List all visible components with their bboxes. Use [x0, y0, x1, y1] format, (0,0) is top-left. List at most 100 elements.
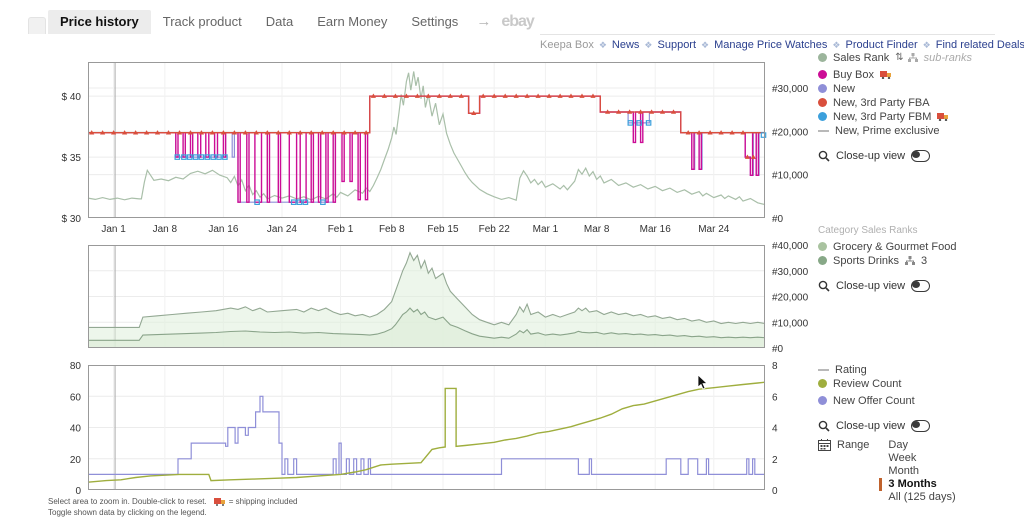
- magnifier-icon: [818, 150, 830, 162]
- legend-label: Sports Drinks: [833, 254, 900, 267]
- left-axis-label: $ 40: [62, 92, 82, 103]
- right-axis-label: 0: [772, 486, 778, 497]
- price-legend: Sales Rank ⇅ sub-ranks Buy Box New New, …: [818, 51, 1020, 163]
- magnifier-icon: [818, 280, 830, 292]
- toggle-icon[interactable]: [911, 150, 931, 162]
- shipping-truck-icon: [879, 71, 891, 79]
- category-legend-header: Category Sales Ranks: [818, 225, 918, 236]
- left-axis-label: 60: [70, 392, 82, 403]
- legend-label: New Offer Count: [833, 394, 915, 407]
- legend-grocery[interactable]: Grocery & Gourmet Food: [818, 240, 1020, 253]
- zoom-hint-text: Select area to zoom in. Double-click to …: [48, 497, 207, 506]
- mouse-cursor-icon: [697, 375, 708, 390]
- right-axis-label: #40,000: [772, 241, 809, 252]
- calendar-icon: [818, 439, 831, 451]
- series-sales-rank: [87, 71, 766, 206]
- range-option-week[interactable]: Week: [879, 452, 955, 465]
- series-offer-count: [88, 395, 765, 476]
- offers-swatch-icon: [818, 396, 827, 405]
- x-tick-label: Jan 8: [153, 224, 178, 235]
- fbm-swatch-icon: [818, 112, 827, 121]
- x-tick-label: Feb 1: [328, 224, 354, 235]
- toggle-icon[interactable]: [911, 420, 931, 432]
- prime-swatch-icon: [818, 129, 829, 132]
- legend-buy-box[interactable]: Buy Box: [818, 68, 1020, 81]
- legend-label: Rating: [835, 363, 867, 376]
- x-tick-label: Feb 15: [427, 224, 459, 235]
- grocery-swatch-icon: [818, 242, 827, 251]
- x-tick-label: Jan 24: [267, 224, 297, 235]
- legend-label: New: [833, 82, 856, 95]
- legend-label: New, Prime exclusive: [835, 124, 940, 137]
- shipping-included-text: = shipping included: [228, 497, 298, 506]
- range-option-3-months[interactable]: 3 Months: [879, 478, 955, 491]
- legend-label: Buy Box: [833, 68, 874, 81]
- subcategory-rank-value: 3: [921, 254, 928, 267]
- range-option-all[interactable]: All (125 days): [879, 491, 955, 504]
- legend-new[interactable]: New: [818, 82, 1020, 95]
- legend-fba[interactable]: New, 3rd Party FBA: [818, 96, 1020, 109]
- subranks-label[interactable]: sub-ranks: [924, 52, 972, 64]
- shipping-truck-icon: [937, 113, 949, 121]
- legend-prime-exclusive[interactable]: New, Prime exclusive: [818, 124, 1020, 137]
- category-sales-rank-chart[interactable]: #40,000 #30,000 #20,000 #10,000 #0: [88, 241, 809, 355]
- legend-sports-drinks[interactable]: Sports Drinks 3: [818, 254, 1020, 267]
- legend-sales-rank[interactable]: Sales Rank ⇅ sub-ranks: [818, 51, 1020, 64]
- keepa-price-history-page: Price history Track product Data Earn Mo…: [0, 0, 1024, 521]
- left-axis-label: $ 35: [62, 153, 82, 164]
- chart-help-text: Select area to zoom in. Double-click to …: [48, 496, 297, 518]
- shipping-truck-icon: [213, 497, 225, 506]
- review-legend: Rating Review Count New Offer Count Clos…: [818, 363, 1020, 504]
- review-offer-chart[interactable]: 80604020086420: [70, 361, 778, 497]
- x-tick-label: Jan 1: [101, 224, 126, 235]
- closeup-label: Close-up view: [836, 150, 906, 162]
- review-swatch-icon: [818, 379, 827, 388]
- subcategory-tree-icon: [905, 256, 916, 265]
- x-tick-label: Mar 1: [533, 224, 559, 235]
- x-tick-label: Feb 22: [479, 224, 511, 235]
- x-tick-label: Mar 8: [584, 224, 610, 235]
- right-axis-label: 4: [772, 424, 778, 435]
- legend-new-offer-count[interactable]: New Offer Count: [818, 394, 1020, 407]
- buy-box-swatch-icon: [818, 70, 827, 79]
- closeup-toggle-price[interactable]: Close-up view: [818, 149, 1020, 163]
- marker-fbm-markers: [760, 132, 767, 138]
- right-axis-label: 2: [772, 455, 778, 466]
- range-selector: Range Day Week Month 3 Months All (125 d…: [818, 439, 1020, 504]
- legend-label: New, 3rd Party FBA: [833, 96, 930, 109]
- legend-review-count[interactable]: Review Count: [818, 377, 1020, 390]
- series-review-count: [87, 381, 766, 483]
- x-tick-label: Feb 8: [379, 224, 405, 235]
- price-history-chart[interactable]: Jan 1 Jan 8 Jan 16 Jan 24 Feb 1 Feb 8 Feb 15 Fe…: [62, 62, 809, 235]
- closeup-label: Close-up view: [836, 280, 906, 292]
- closeup-label: Close-up view: [836, 420, 906, 432]
- toggle-icon[interactable]: [911, 280, 931, 292]
- range-option-month[interactable]: Month: [879, 465, 955, 478]
- right-axis-label: 6: [772, 392, 778, 403]
- range-label: Range: [837, 439, 870, 451]
- magnifier-icon: [818, 420, 830, 432]
- closeup-toggle-review[interactable]: Close-up view: [818, 419, 1020, 433]
- legend-rating[interactable]: Rating: [818, 363, 1020, 376]
- sports-swatch-icon: [818, 256, 827, 265]
- right-axis-label: #20,000: [772, 127, 809, 138]
- right-axis-label: #30,000: [772, 84, 809, 95]
- right-axis-label: #30,000: [772, 267, 809, 278]
- legend-label: Grocery & Gourmet Food: [833, 240, 957, 253]
- left-axis-label: 80: [70, 361, 82, 372]
- legend-toggle-hint-text: Toggle shown data by clicking on the leg…: [48, 508, 207, 517]
- legend-label: New, 3rd Party FBM: [833, 110, 932, 123]
- right-axis-label: #20,000: [772, 293, 809, 304]
- x-tick-label: Mar 24: [698, 224, 730, 235]
- legend-label: Sales Rank: [833, 51, 890, 64]
- sort-icon[interactable]: ⇅: [895, 52, 904, 63]
- x-tick-label: Mar 16: [640, 224, 672, 235]
- right-axis-label: 8: [772, 361, 778, 372]
- closeup-toggle-category[interactable]: Close-up view: [818, 279, 1020, 293]
- legend-fbm[interactable]: New, 3rd Party FBM: [818, 110, 1020, 123]
- right-axis-label: #10,000: [772, 171, 809, 182]
- rating-swatch-icon: [818, 368, 829, 371]
- subranks-tree-icon[interactable]: [907, 53, 918, 62]
- new-swatch-icon: [818, 84, 827, 93]
- range-option-day[interactable]: Day: [879, 439, 955, 452]
